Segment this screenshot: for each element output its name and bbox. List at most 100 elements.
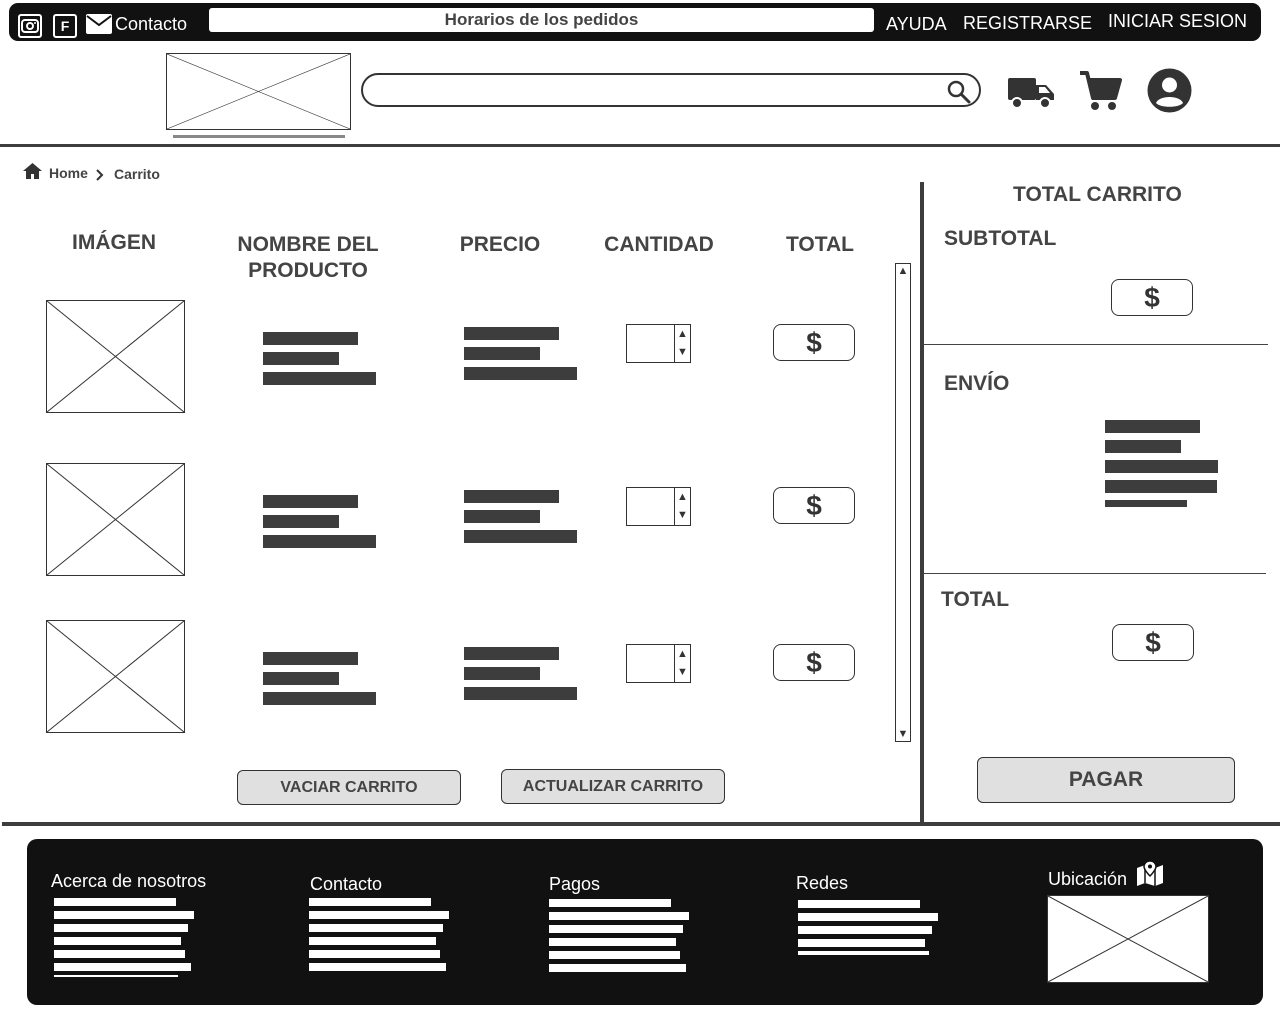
price-line <box>464 667 540 680</box>
subtotal-value: $ <box>1111 279 1193 316</box>
order-hours-link[interactable]: Horarios de los pedidos <box>209 8 874 32</box>
footer-payments-title[interactable]: Pagos <box>549 874 600 895</box>
quantity-up-icon[interactable]: ▲ <box>675 645 690 663</box>
location-map-placeholder[interactable] <box>1047 895 1209 983</box>
footer-text-line <box>798 951 929 955</box>
total-value: $ <box>1112 624 1194 661</box>
login-link[interactable]: INICIAR SESION <box>1108 11 1247 32</box>
quantity-spinner[interactable]: ▲ ▼ <box>674 324 691 363</box>
product-name-line <box>263 332 358 345</box>
scroll-down-icon[interactable]: ▼ <box>896 728 910 740</box>
footer-text-line <box>549 899 671 907</box>
cart-icon[interactable] <box>1078 70 1122 117</box>
footer-text-line <box>549 951 680 959</box>
price-line <box>464 530 577 543</box>
logo-underline <box>173 135 345 138</box>
price-line <box>464 687 577 700</box>
footer-text-line <box>549 912 689 920</box>
shipping-label: ENVÍO <box>944 372 1010 395</box>
product-name-line <box>263 515 339 528</box>
breadcrumb-current: Carrito <box>114 166 160 182</box>
footer-text-line <box>309 937 436 945</box>
row-total-value: $ <box>773 487 855 524</box>
shipping-info-line <box>1105 460 1218 473</box>
quantity-field[interactable] <box>626 644 675 683</box>
product-name-line <box>263 495 358 508</box>
footer-about-title[interactable]: Acerca de nosotros <box>51 871 206 892</box>
update-cart-button[interactable]: ACTUALIZAR CARRITO <box>501 769 725 804</box>
header-price: PRECIO <box>459 233 541 256</box>
search-icon[interactable] <box>947 80 971 109</box>
summary-title: TOTAL CARRITO <box>1013 183 1182 206</box>
product-name-line <box>263 372 376 385</box>
footer-text-line <box>309 911 449 919</box>
user-account-icon[interactable] <box>1147 68 1192 118</box>
quantity-stepper[interactable]: ▲ ▼ <box>626 487 691 526</box>
register-link[interactable]: REGISTRARSE <box>963 13 1092 34</box>
price-line <box>464 347 540 360</box>
product-image-placeholder[interactable] <box>46 300 185 413</box>
footer-contact-title[interactable]: Contacto <box>310 874 382 895</box>
quantity-down-icon[interactable]: ▼ <box>675 506 690 524</box>
price-line <box>464 367 577 380</box>
pay-button[interactable]: PAGAR <box>977 757 1235 803</box>
quantity-up-icon[interactable]: ▲ <box>675 488 690 506</box>
footer-text-line <box>549 925 683 933</box>
product-image-placeholder[interactable] <box>46 620 185 733</box>
quantity-stepper[interactable]: ▲ ▼ <box>626 324 691 363</box>
mail-icon[interactable] <box>86 14 112 39</box>
truck-icon[interactable] <box>1008 75 1056 116</box>
footer-text-line <box>54 937 181 945</box>
breadcrumb-home[interactable]: Home <box>49 165 88 181</box>
scroll-up-icon[interactable]: ▲ <box>896 265 910 277</box>
quantity-up-icon[interactable]: ▲ <box>675 325 690 343</box>
footer-text-line <box>54 924 188 932</box>
quantity-field[interactable] <box>626 324 675 363</box>
footer-text-line <box>798 913 938 921</box>
subtotal-label: SUBTOTAL <box>944 227 1057 250</box>
row-total-value: $ <box>773 644 855 681</box>
home-icon[interactable] <box>22 162 43 185</box>
search-input[interactable] <box>361 73 981 107</box>
summary-divider <box>920 182 924 822</box>
quantity-stepper[interactable]: ▲ ▼ <box>626 644 691 683</box>
total-label: TOTAL <box>941 588 1010 611</box>
footer-location-title[interactable]: Ubicación <box>1048 869 1127 890</box>
footer-social-title[interactable]: Redes <box>796 873 848 894</box>
facebook-icon[interactable]: F <box>53 14 77 38</box>
logo-placeholder[interactable] <box>166 53 351 130</box>
header-divider <box>0 144 1280 147</box>
contact-link[interactable]: Contacto <box>115 14 187 35</box>
footer-text-line <box>54 975 178 977</box>
top-bar: F Contacto Horarios de los pedidos AYUDA… <box>9 3 1261 41</box>
quantity-down-icon[interactable]: ▼ <box>675 343 690 361</box>
empty-cart-button[interactable]: VACIAR CARRITO <box>237 770 461 805</box>
map-icon <box>1136 860 1164 891</box>
shipping-info-line <box>1105 420 1200 433</box>
footer: Acerca de nosotros Contacto Pagos Redes … <box>27 839 1263 1005</box>
instagram-icon[interactable] <box>18 14 42 38</box>
quantity-down-icon[interactable]: ▼ <box>675 663 690 681</box>
summary-separator <box>924 344 1268 345</box>
content-bottom-divider <box>2 822 1280 826</box>
help-link[interactable]: AYUDA <box>886 14 947 35</box>
footer-text-line <box>798 939 925 947</box>
shipping-info-line <box>1105 440 1181 453</box>
footer-text-line <box>798 926 932 934</box>
footer-text-line <box>549 938 676 946</box>
header-quantity: CANTIDAD <box>604 233 714 256</box>
quantity-spinner[interactable]: ▲ ▼ <box>674 487 691 526</box>
footer-text-line <box>54 898 176 906</box>
footer-text-line <box>54 950 185 958</box>
chevron-right-icon <box>96 168 104 186</box>
product-name-line <box>263 692 376 705</box>
row-total-value: $ <box>773 324 855 361</box>
quantity-field[interactable] <box>626 487 675 526</box>
cart-scrollbar[interactable]: ▲ ▼ <box>895 263 911 742</box>
shipping-info-line <box>1105 500 1187 507</box>
quantity-spinner[interactable]: ▲ ▼ <box>674 644 691 683</box>
product-image-placeholder[interactable] <box>46 463 185 576</box>
footer-text-line <box>309 898 431 906</box>
price-line <box>464 510 540 523</box>
shipping-info-line <box>1105 480 1217 493</box>
